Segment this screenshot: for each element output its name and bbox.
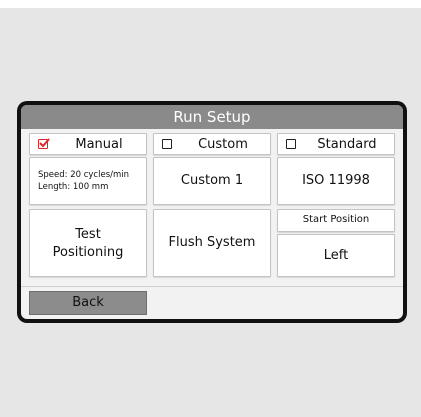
- flush-system-label: Flush System: [168, 235, 256, 250]
- footer-divider: [21, 286, 403, 287]
- start-position-value: Left: [323, 248, 349, 263]
- start-position-button[interactable]: Left: [277, 234, 395, 277]
- standard-checkbox[interactable]: [286, 139, 296, 149]
- manual-speed: Speed: 20 cycles/min: [38, 170, 130, 180]
- custom-checkbox[interactable]: [162, 139, 172, 149]
- custom-program-button[interactable]: Custom 1: [153, 157, 271, 205]
- manual-label: Manual: [75, 137, 123, 152]
- page-title: Run Setup: [173, 108, 251, 126]
- standard-program-value: ISO 11998: [302, 173, 370, 188]
- checkmark-icon: [39, 138, 50, 148]
- test-positioning-button[interactable]: Test Positioning: [29, 209, 147, 277]
- standard-program-button[interactable]: ISO 11998: [277, 157, 395, 205]
- back-button[interactable]: Back: [29, 291, 147, 315]
- manual-checkbox[interactable]: [38, 138, 50, 149]
- custom-label: Custom: [198, 137, 248, 152]
- run-setup-screen: Run Setup Manual Custom Standard Speed: …: [21, 105, 403, 319]
- manual-details[interactable]: Speed: 20 cycles/min Length: 100 mm: [29, 157, 147, 205]
- custom-program-value: Custom 1: [180, 173, 244, 188]
- manual-mode-option[interactable]: Manual: [29, 133, 147, 155]
- flush-system-button[interactable]: Flush System: [153, 209, 271, 277]
- test-positioning-label: Test Positioning: [52, 227, 124, 260]
- custom-mode-option[interactable]: Custom: [153, 133, 271, 155]
- back-label: Back: [72, 295, 104, 310]
- standard-mode-option[interactable]: Standard: [277, 133, 395, 155]
- standard-label: Standard: [317, 137, 377, 152]
- manual-length: Length: 100 mm: [38, 182, 109, 192]
- start-position-header: Start Position: [277, 209, 395, 232]
- touchscreen-device: Run Setup Manual Custom Standard Speed: …: [17, 101, 407, 323]
- start-position-label: Start Position: [302, 214, 370, 225]
- title-bar: Run Setup: [21, 105, 403, 129]
